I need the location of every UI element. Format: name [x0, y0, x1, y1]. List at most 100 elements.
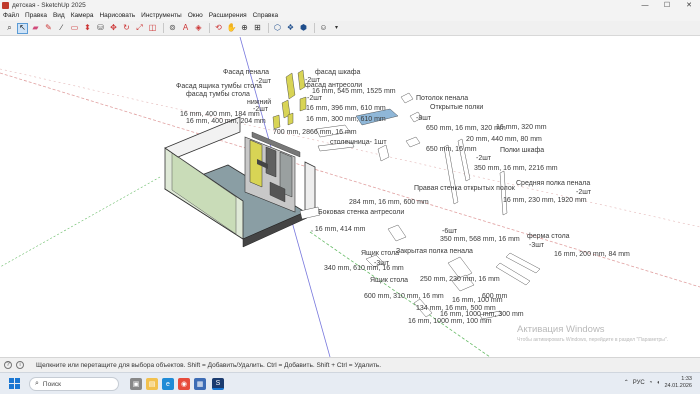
label-qty: -3шт [529, 242, 545, 249]
move-icon[interactable]: ✥ [108, 23, 119, 34]
section-plane-icon[interactable]: ◈ [193, 23, 204, 34]
text-icon[interactable]: A [180, 23, 191, 34]
menu-camera[interactable]: Камера [71, 12, 94, 19]
toolbar-separator [268, 23, 269, 33]
menu-draw[interactable]: Нарисовать [99, 12, 135, 19]
label-middle-shelf: Средняя полка пенала [516, 180, 591, 187]
label-dimensions: 16 mm, 400 mm, 204 mm [186, 118, 266, 125]
title-bar: детская - SketchUp 2025 — ☐ ✕ [0, 0, 700, 10]
zoom-icon[interactable]: ⊕ [239, 23, 250, 34]
search-icon[interactable]: ⌕ [4, 23, 15, 34]
label-dimensions: 650 mm, 16 mm, 320 mm [426, 125, 506, 132]
sketchup-taskbar-icon[interactable]: S [212, 378, 224, 390]
sketchup-logo-icon [2, 1, 9, 9]
wardrobe-shelf-dark [265, 146, 277, 178]
part-side-panel-3 [499, 170, 508, 216]
label-dimensions: , 16 mm, 414 mm [311, 226, 366, 233]
label-dimensions: 16 mm, 230 mm, 1920 mm [503, 197, 587, 204]
minimize-button[interactable]: — [634, 0, 656, 10]
select-arrow-icon[interactable]: ↖ [17, 22, 28, 34]
label-drawer-facade: Фасад ящика тумбы стола [176, 83, 262, 90]
label-dimensions: 16 mm, 545 mm, 1525 mm [312, 88, 396, 95]
menu-help[interactable]: Справка [253, 12, 279, 19]
activation-title: Активация Windows [517, 324, 605, 335]
menu-tools[interactable]: Инструменты [141, 12, 182, 19]
menu-window[interactable]: Окно [188, 12, 203, 19]
label-dimensions: 600 mm [482, 293, 508, 300]
label-qty: -2шт [576, 189, 592, 196]
label-dimensions: 16 mm, 396 mm, 610 mm [306, 105, 386, 112]
search-placeholder: Поиск [42, 380, 61, 388]
label-dimensions: 700 mm, 2866 mm, 16 mm [273, 129, 357, 136]
tape-measure-icon[interactable]: ⊚ [167, 23, 178, 34]
close-button[interactable]: ✕ [678, 0, 700, 10]
label-penal-facade: Фасад пенала [223, 69, 270, 76]
label-qty: -6шт [442, 228, 458, 235]
volume-icon[interactable]: ◖ [656, 380, 660, 386]
store-icon[interactable]: ▦ [194, 378, 206, 390]
part-panel-3 [377, 144, 390, 162]
label-dimensions: 16 mm, 1000 mm, 300 mm [440, 311, 524, 318]
label-desk-drawer: Ящик стола [370, 277, 409, 284]
push-pull-icon[interactable]: ⬍ [82, 23, 93, 34]
scale-icon[interactable]: ⤢ [134, 23, 145, 34]
offset-icon[interactable]: ◫ [147, 23, 158, 34]
label-countertop: столешница- 1шт [330, 139, 387, 146]
label-penal-ceiling: Потолок пенала [416, 95, 469, 102]
taskbar-search[interactable]: ⌕ Поиск [29, 377, 119, 391]
pan-icon[interactable]: ✋ [226, 23, 237, 34]
file-explorer-icon[interactable]: ▤ [146, 378, 158, 390]
help-icon[interactable]: ? [4, 361, 12, 369]
network-icon[interactable]: ◔ [649, 380, 653, 386]
label-dimensions: 16 mm, 200 mm, 84 mm [554, 251, 630, 258]
pencil-icon[interactable]: ✎ [43, 23, 54, 34]
label-dimensions: 284 mm, 16 mm, 600 mm [349, 199, 429, 206]
windows-taskbar: ⌕ Поиск ▣ ▤ e ◉ ▦ S ⌃ РУС ◔ ◖ 1:33 24.01… [0, 372, 700, 394]
part-facade-6 [272, 114, 281, 130]
label-desk-drawer: Ящик стола [361, 250, 400, 257]
label-desk-truss: ферма стола [527, 233, 570, 240]
extension-icon[interactable]: ❖ [285, 23, 296, 34]
toolbar-separator [163, 23, 164, 33]
window-title: детская - SketchUp 2025 [12, 1, 86, 9]
chevron-up-icon[interactable]: ⌃ [624, 379, 629, 386]
rotate-icon[interactable]: ↻ [121, 23, 132, 34]
part-closed-shelf [387, 224, 407, 242]
maximize-button[interactable]: ☐ [656, 0, 678, 10]
model-viewport[interactable]: Фасад пенала фасад шкафа -2шт фасад антр… [0, 37, 700, 357]
orbit-icon[interactable]: ⟲ [213, 23, 224, 34]
info-icon[interactable]: i [16, 361, 24, 369]
paint-bucket-icon[interactable]: ⛁ [95, 23, 106, 34]
task-view-icon[interactable]: ▣ [130, 378, 142, 390]
windows-start-icon[interactable] [9, 378, 20, 389]
edge-browser-icon[interactable]: e [162, 378, 174, 390]
clock[interactable]: 1:33 24.01.2026 [664, 376, 692, 391]
label-dimensions: 16 mm, 300 mm, 610 mm [306, 116, 386, 123]
user-account-icon[interactable]: ☺ [318, 23, 329, 34]
label-right-wall: Правая стенка открытых полок [414, 185, 515, 192]
toolbar-separator [209, 23, 210, 33]
line-icon[interactable]: ∕ [56, 23, 67, 34]
label-dimensions: 600 mm, 310 mm, 16 mm [364, 293, 444, 300]
zoom-extents-icon[interactable]: ⊞ [252, 23, 263, 34]
chevron-down-icon[interactable]: ▾ [331, 23, 342, 34]
rectangle-icon[interactable]: ▭ [69, 23, 80, 34]
label-dimensions: 650 mm, 16 mm [426, 146, 477, 153]
menu-bar: Файл Правка Вид Камера Нарисовать Инстру… [0, 10, 700, 21]
label-dimensions: 250 mm, 230 mm, 16 mm [420, 276, 500, 283]
extension-manager-icon[interactable]: ⬢ [298, 23, 309, 34]
chrome-browser-icon[interactable]: ◉ [178, 378, 190, 390]
warehouse-icon[interactable]: ⬡ [272, 23, 283, 34]
label-dimensions: 350 mm, 16 mm, 2216 mm [474, 165, 558, 172]
system-tray: ⌃ РУС ◔ ◖ [620, 379, 660, 387]
menu-view[interactable]: Вид [53, 12, 65, 19]
eraser-icon[interactable]: ▰ [30, 23, 41, 34]
part-facade-2 [297, 69, 306, 91]
menu-file[interactable]: Файл [3, 12, 19, 19]
menu-edit[interactable]: Правка [25, 12, 47, 19]
menu-extensions[interactable]: Расширения [209, 12, 247, 19]
language-indicator[interactable]: РУС [633, 380, 645, 386]
label-lower: нижний [247, 99, 272, 106]
large-toolset: ⌕ ↖ ▰ ✎ ∕ ▭ ⬍ ⛁ ✥ ↻ ⤢ ◫ ⊚ A ◈ ⟲ ✋ ⊕ ⊞ ⬡ … [0, 21, 700, 36]
label-closed-shelf: Закрытая полка пенала [396, 248, 473, 255]
